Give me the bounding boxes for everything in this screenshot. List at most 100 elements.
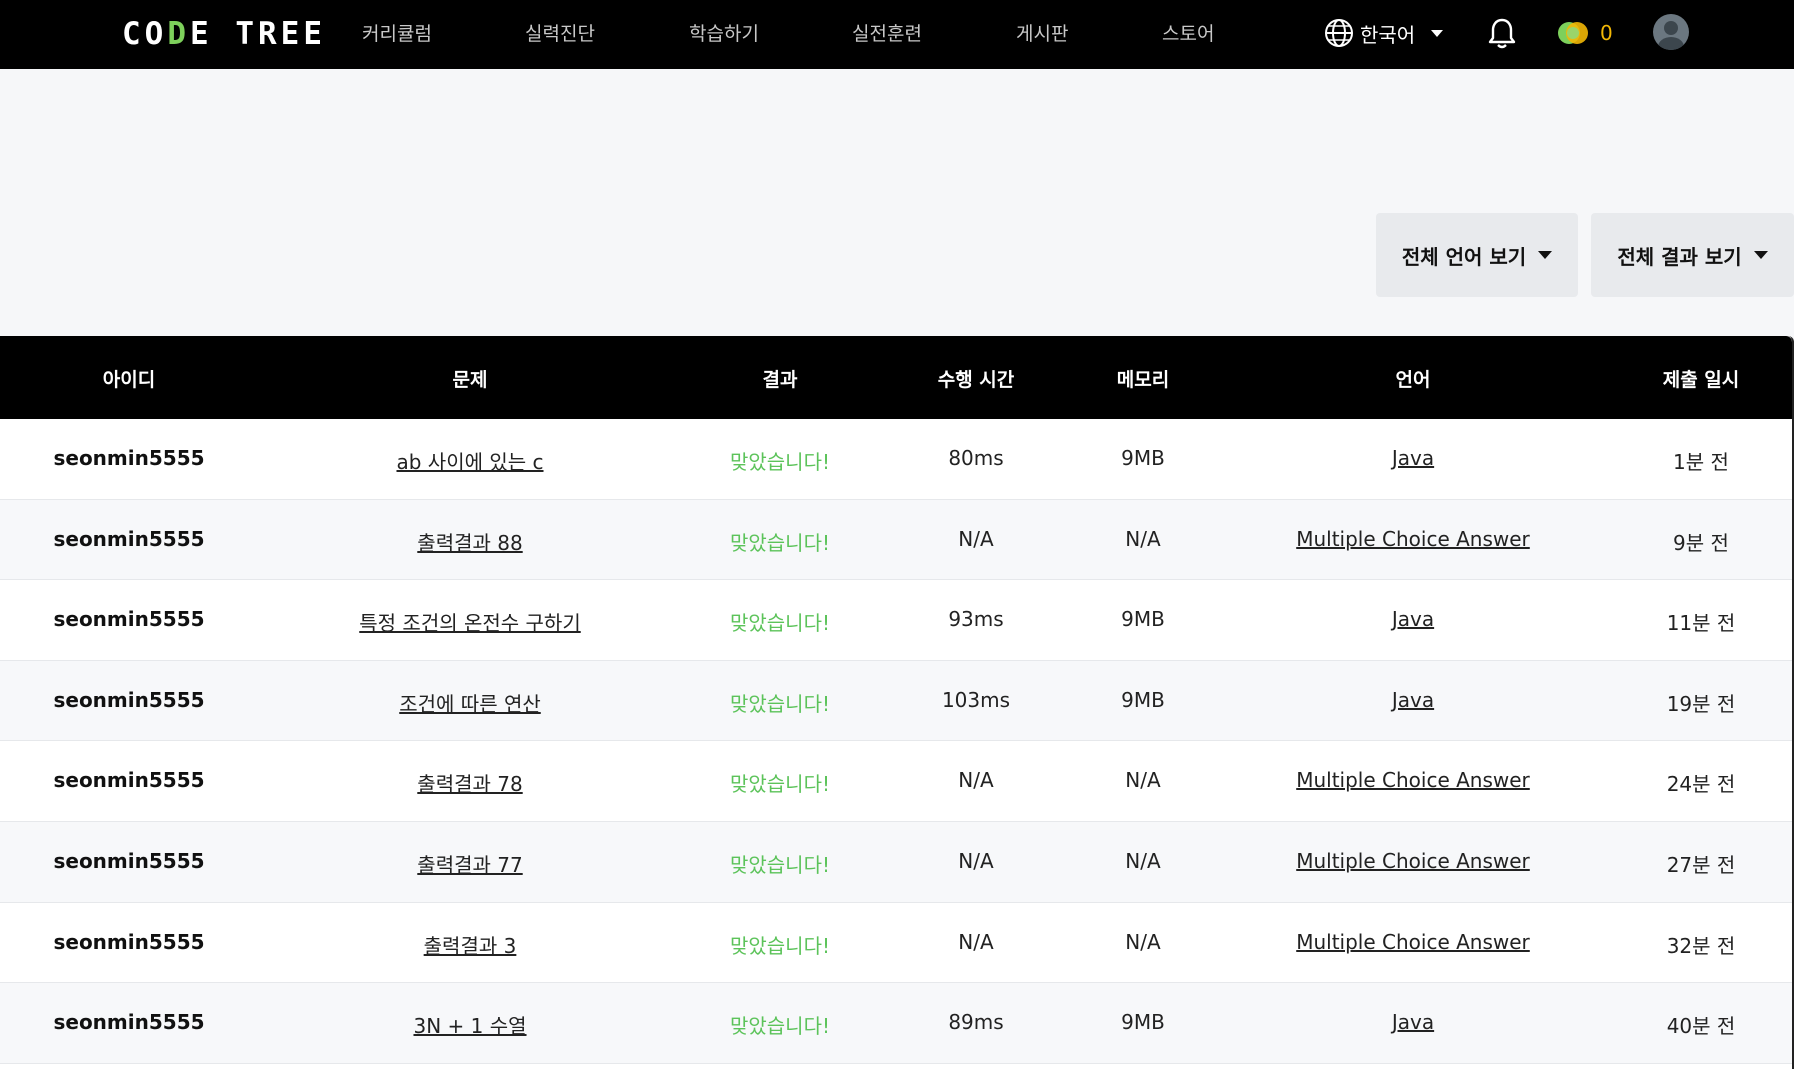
cell-language-link[interactable]: Java — [1392, 688, 1434, 712]
cell-problem-link[interactable]: 출력결과 3 — [424, 930, 517, 959]
cell-time: 89ms — [948, 1010, 1004, 1035]
avatar-silhouette — [1658, 21, 1684, 50]
cell-submitted: 9분 전 — [1673, 530, 1729, 555]
logo-text-left: CO — [122, 16, 168, 52]
cell-language-link[interactable]: Multiple Choice Answer — [1296, 849, 1530, 873]
cell-time: N/A — [958, 768, 994, 793]
cell-user[interactable]: seonmin5555 — [53, 768, 204, 792]
logo-text-right: E TREE — [190, 16, 326, 52]
cell-result[interactable]: 맞았습니다! — [730, 768, 830, 797]
cell-submitted: 40분 전 — [1666, 1014, 1736, 1039]
cell-submitted: 19분 전 — [1666, 691, 1736, 716]
table-row: seonmin5555 출력결과 88 맞았습니다! N/A N/A Multi… — [0, 499, 1792, 581]
cell-time: N/A — [958, 929, 994, 954]
cell-problem-link[interactable]: ab 사이에 있는 c — [396, 446, 543, 475]
col-header-submitted: 제출 일시 — [1662, 369, 1740, 391]
language-filter-button[interactable]: 전체 언어 보기 — [1376, 213, 1578, 297]
cell-submitted: 27분 전 — [1666, 852, 1736, 877]
cell-language-link[interactable]: Java — [1392, 607, 1434, 631]
avatar-icon[interactable] — [1653, 14, 1689, 50]
language-selector[interactable]: 한국어 — [1324, 16, 1444, 50]
cell-memory: N/A — [1125, 526, 1161, 551]
codetree-logo[interactable]: CO D E TREE — [122, 14, 326, 54]
cell-language-link[interactable]: Multiple Choice Answer — [1296, 768, 1530, 792]
cell-language-link[interactable]: Multiple Choice Answer — [1296, 527, 1530, 551]
cell-user[interactable]: seonmin5555 — [53, 607, 204, 631]
cell-memory: N/A — [1125, 768, 1161, 793]
cell-language-link[interactable]: Java — [1392, 1010, 1434, 1034]
coin-count: 0 — [1600, 21, 1613, 45]
cell-memory: 9MB — [1121, 1010, 1165, 1035]
cell-time: N/A — [958, 848, 994, 873]
coin-icon — [1558, 22, 1588, 44]
cell-user[interactable]: seonmin5555 — [53, 930, 204, 954]
cell-problem-link[interactable]: 출력결과 78 — [417, 768, 522, 797]
cell-problem-link[interactable]: 3N + 1 수열 — [413, 1010, 526, 1039]
cell-memory: 9MB — [1121, 446, 1165, 470]
language-label: 한국어 — [1360, 22, 1416, 47]
col-header-time: 수행 시간 — [937, 369, 1015, 391]
cell-user[interactable]: seonmin5555 — [53, 1010, 204, 1034]
cell-result[interactable]: 맞았습니다! — [730, 1010, 830, 1039]
table-row: seonmin5555 출력결과 3 맞았습니다! N/A N/A Multip… — [0, 903, 1792, 984]
col-header-language: 언어 — [1395, 369, 1431, 391]
table-row: seonmin5555 ab 사이에 있는 c 맞았습니다! 80ms 9MB … — [0, 419, 1792, 500]
col-header-problem: 문제 — [452, 369, 488, 391]
cell-time: N/A — [958, 526, 994, 551]
coin-balance[interactable]: 0 — [1556, 18, 1613, 48]
nav-skill-diagnosis[interactable]: 실력진단 — [525, 19, 595, 46]
table-row: seonmin5555 특정 조건의 온전수 구하기 맞았습니다! 93ms 9… — [0, 580, 1792, 661]
cell-time: 103ms — [941, 687, 1011, 712]
cell-memory: N/A — [1125, 929, 1161, 954]
cell-user[interactable]: seonmin5555 — [53, 446, 204, 470]
table-row: seonmin5555 조건에 따른 연산 맞았습니다! 103ms 9MB J… — [0, 660, 1792, 742]
cell-result[interactable]: 맞았습니다! — [730, 446, 830, 475]
col-header-id: 아이디 — [102, 369, 156, 391]
logo-text-mid: D — [167, 16, 190, 52]
table-row: seonmin5555 출력결과 77 맞았습니다! N/A N/A Multi… — [0, 821, 1792, 903]
cell-memory: N/A — [1125, 848, 1161, 873]
cell-memory: 9MB — [1121, 687, 1165, 712]
submissions-table: 아이디 문제 결과 수행 시간 메모리 언어 제출 일시 seonmin5555… — [0, 336, 1794, 1069]
result-filter-button[interactable]: 전체 결과 보기 — [1591, 213, 1794, 297]
table-header: 아이디 문제 결과 수행 시간 메모리 언어 제출 일시 — [0, 336, 1792, 419]
cell-submitted: 11분 전 — [1666, 611, 1736, 636]
cell-user[interactable]: seonmin5555 — [53, 849, 204, 873]
table-row: seonmin5555 3N + 1 수열 맞았습니다! 89ms 9MB Ja… — [0, 983, 1792, 1064]
nav-practice[interactable]: 실전훈련 — [852, 19, 922, 46]
nav-curriculum[interactable]: 커리큘럼 — [362, 19, 432, 46]
chevron-down-icon — [1538, 251, 1553, 259]
cell-user[interactable]: seonmin5555 — [53, 527, 204, 551]
cell-problem-link[interactable]: 출력결과 77 — [417, 849, 522, 878]
cell-submitted: 24분 전 — [1666, 772, 1736, 797]
chevron-down-icon — [1753, 251, 1768, 259]
cell-time: 93ms — [948, 607, 1004, 632]
bell-icon[interactable] — [1487, 17, 1517, 51]
result-filter-label: 전체 결과 보기 — [1617, 244, 1742, 269]
globe-icon — [1325, 19, 1353, 47]
col-header-result: 결과 — [762, 369, 798, 391]
cell-memory: 9MB — [1121, 607, 1165, 632]
nav-learn[interactable]: 학습하기 — [689, 19, 759, 46]
cell-problem-link[interactable]: 특정 조건의 온전수 구하기 — [359, 607, 580, 636]
cell-problem-link[interactable]: 출력결과 88 — [417, 527, 522, 556]
nav-board[interactable]: 게시판 — [1016, 19, 1068, 46]
top-navigation: CO D E TREE 커리큘럼 실력진단 학습하기 실전훈련 게시판 스토어 한국… — [0, 0, 1794, 69]
nav-store[interactable]: 스토어 — [1162, 19, 1214, 46]
col-header-memory: 메모리 — [1116, 369, 1170, 391]
cell-result[interactable]: 맞았습니다! — [730, 527, 830, 556]
cell-submitted: 1분 전 — [1673, 450, 1729, 474]
cell-time: 80ms — [948, 446, 1004, 470]
cell-language-link[interactable]: Java — [1392, 446, 1434, 470]
cell-problem-link[interactable]: 조건에 따른 연산 — [399, 688, 541, 717]
cell-user[interactable]: seonmin5555 — [53, 688, 204, 712]
table-row: seonmin5555 출력결과 78 맞았습니다! N/A N/A Multi… — [0, 741, 1792, 822]
chevron-down-icon — [1431, 29, 1444, 37]
cell-result[interactable]: 맞았습니다! — [730, 849, 830, 878]
cell-result[interactable]: 맞았습니다! — [730, 930, 830, 959]
cell-language-link[interactable]: Multiple Choice Answer — [1296, 930, 1530, 954]
language-filter-label: 전체 언어 보기 — [1401, 244, 1527, 269]
cell-submitted: 32분 전 — [1666, 933, 1736, 958]
cell-result[interactable]: 맞았습니다! — [730, 688, 830, 717]
cell-result[interactable]: 맞았습니다! — [730, 607, 830, 636]
